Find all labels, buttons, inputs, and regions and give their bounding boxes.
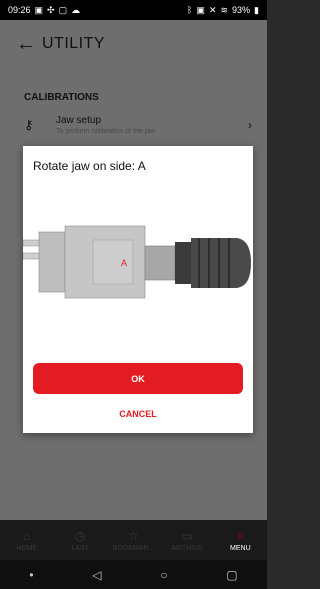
app-bar: ← UTILITY: [0, 20, 267, 68]
battery-icon: ▮: [254, 4, 259, 15]
jaw-image: A: [23, 225, 251, 299]
sd-icon: ▢: [58, 4, 68, 15]
bluetooth-icon: ᛒ: [187, 5, 193, 15]
jaw-setup-item[interactable]: ⚷ Jaw setup To perform calibration of th…: [24, 111, 252, 139]
battery-text: 93%: [232, 5, 251, 15]
tab-home-label: HOME: [16, 544, 38, 552]
clock-icon: ◷: [74, 528, 86, 543]
tab-menu[interactable]: ≡ MENU: [214, 520, 267, 560]
dot-icon: •: [29, 567, 34, 582]
status-bar: 09:26 ▣ ✣ ▢ ☁ ᛒ ▣ ✕ ≋ 93% ▮: [0, 0, 267, 20]
sim-icon: ▣: [34, 4, 44, 15]
chevron-right-icon: ›: [248, 118, 252, 132]
tab-home[interactable]: ⌂ HOME: [0, 520, 53, 560]
dialog-message: Rotate jaw on side: A: [33, 159, 146, 173]
back-arrow-icon[interactable]: ←: [16, 33, 42, 56]
tab-bookmarks[interactable]: ☆ BOOKMAR...: [107, 520, 160, 560]
jaw-setup-subtitle: To perform calibration of the jaw: [56, 128, 156, 135]
cancel-button[interactable]: CANCEL: [33, 406, 243, 422]
jaw-setup-title: Jaw setup: [56, 115, 102, 126]
recents-icon[interactable]: ▢: [226, 568, 237, 582]
key-icon: ⚷: [24, 117, 34, 132]
tab-last[interactable]: ◷ LAST: [53, 520, 106, 560]
system-nav-bar: • ◁ ○ ▢: [0, 560, 267, 589]
back-icon[interactable]: ◁: [92, 568, 101, 582]
wifi-icon: ≋: [220, 4, 229, 15]
page-title: UTILITY: [42, 35, 106, 52]
cloud-icon: ☁: [71, 4, 81, 15]
tab-bookmarks-label: BOOKMAR...: [112, 544, 155, 552]
section-title: CALIBRATIONS: [24, 92, 99, 103]
tab-menu-label: MENU: [230, 544, 251, 552]
tab-archive-label: ARCHIVE: [171, 544, 203, 552]
ok-button[interactable]: OK: [33, 363, 243, 394]
jaw-side-label: A: [121, 258, 127, 268]
mute-icon: ✕: [208, 4, 217, 15]
nfc-icon: ▣: [196, 4, 205, 15]
home-icon: ⌂: [23, 528, 31, 543]
folder-icon: ▭: [181, 528, 193, 543]
home-circle-icon[interactable]: ○: [160, 568, 167, 582]
menu-icon: ≡: [236, 528, 244, 543]
tab-archive[interactable]: ▭ ARCHIVE: [160, 520, 213, 560]
tab-last-label: LAST: [71, 544, 89, 552]
star-icon: ☆: [128, 528, 139, 543]
rotate-jaw-dialog: Rotate jaw on side: A A OK CANCEL: [23, 146, 253, 433]
app-icon: ✣: [47, 4, 55, 15]
bottom-nav: ⌂ HOME ◷ LAST ☆ BOOKMAR... ▭ ARCHIVE ≡ M…: [0, 520, 267, 560]
status-time: 09:26: [8, 5, 31, 15]
